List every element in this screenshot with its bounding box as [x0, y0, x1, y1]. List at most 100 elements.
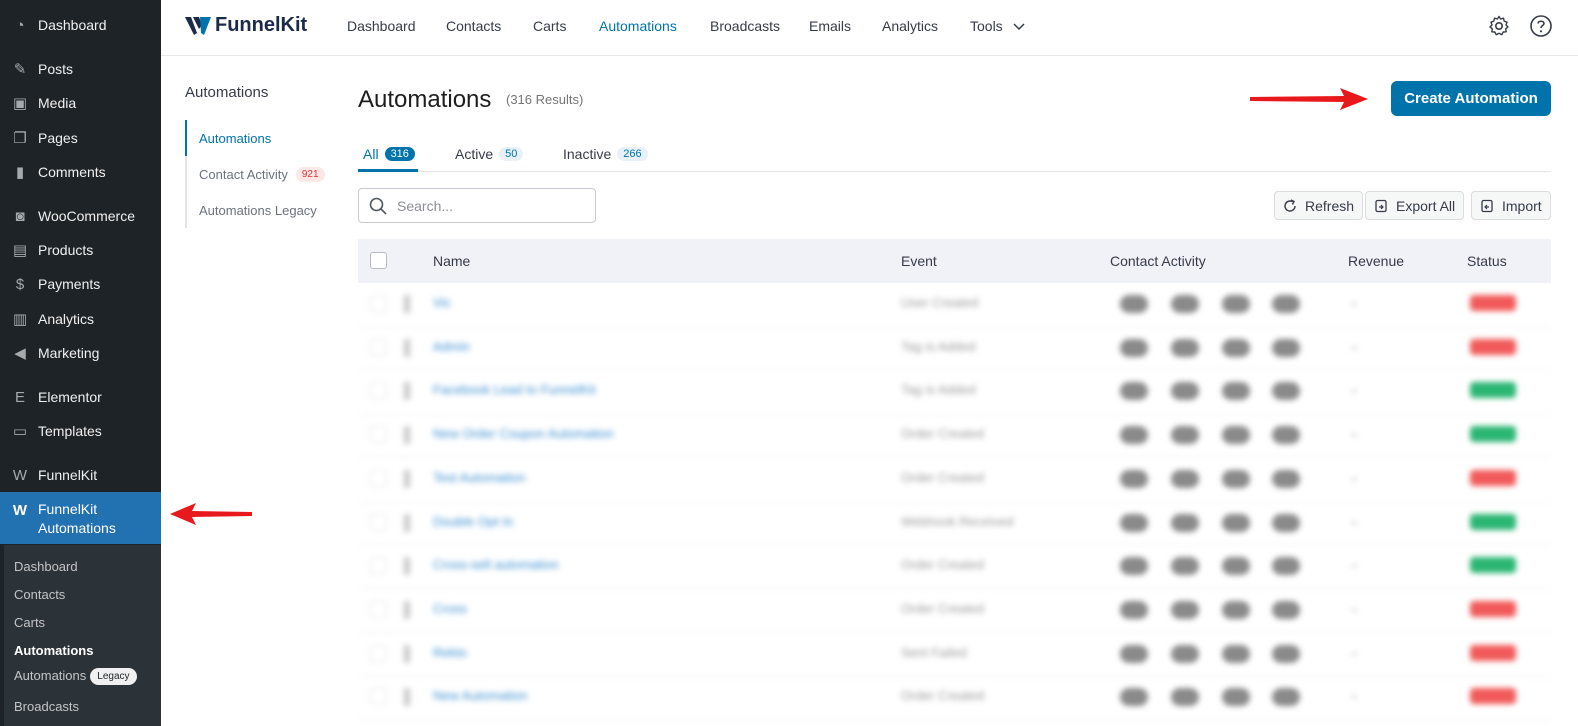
automation-name[interactable]: New Automation — [433, 688, 528, 703]
wp-menu-marketing[interactable]: ◀ Marketing — [0, 336, 161, 370]
wp-menu-payments[interactable]: $ Payments — [0, 267, 161, 301]
wp-menu-media[interactable]: ▣ Media — [0, 86, 161, 120]
automation-name[interactable]: Cross — [433, 601, 467, 616]
automation-name[interactable]: Facebook Lead to FunnelKit — [433, 382, 596, 397]
row-toggle-icon[interactable] — [404, 426, 410, 445]
subnav-contact-activity[interactable]: Contact Activity 921 — [187, 156, 335, 192]
wp-menu-funnelkit[interactable]: W FunnelKit — [0, 458, 161, 492]
help-icon[interactable] — [1529, 14, 1553, 38]
automation-name[interactable]: Vic — [433, 295, 451, 310]
search-input[interactable] — [397, 197, 577, 214]
nav-carts[interactable]: Carts — [533, 18, 566, 34]
wp-menu-elementor[interactable]: E Elementor — [0, 380, 161, 414]
gear-icon[interactable] — [1487, 14, 1511, 38]
subnav-automations[interactable]: Automations — [185, 120, 335, 156]
wp-menu-pages[interactable]: ❐ Pages — [0, 121, 161, 155]
row-toggle-icon[interactable] — [404, 600, 410, 619]
wp-submenu-contacts[interactable]: Contacts — [14, 587, 65, 602]
table-row[interactable]: Double Opt In Webhook Received — [358, 502, 1551, 546]
status-badge[interactable] — [1470, 338, 1516, 355]
table-row[interactable]: New Automation Order Created — [358, 676, 1551, 721]
automation-name[interactable]: New Order Coupon Automation — [433, 426, 614, 441]
row-toggle-icon[interactable] — [404, 338, 410, 357]
nav-tools[interactable]: Tools — [970, 18, 1025, 34]
table-row[interactable]: Cross-sell automation Order Created — [358, 545, 1551, 590]
automation-name[interactable]: Test Automation — [433, 470, 526, 485]
create-automation-button[interactable]: Create Automation — [1391, 81, 1551, 116]
column-name[interactable]: Name — [433, 253, 470, 269]
status-badge[interactable] — [1470, 295, 1516, 311]
wp-menu-dashboard[interactable]: ◔ Dashboard — [0, 8, 161, 42]
automation-name[interactable]: Double Opt In — [433, 514, 513, 529]
tab-all[interactable]: All 316 — [363, 146, 415, 162]
row-checkbox[interactable] — [370, 295, 387, 312]
wp-submenu-carts[interactable]: Carts — [14, 615, 45, 630]
subnav-automations-legacy[interactable]: Automations Legacy — [187, 192, 335, 228]
row-toggle-icon[interactable] — [404, 513, 410, 532]
automation-name[interactable]: Cross-sell automation — [433, 557, 559, 572]
row-checkbox[interactable] — [370, 469, 387, 487]
status-badge[interactable] — [1470, 557, 1516, 574]
contact-activity-stat — [1222, 469, 1250, 488]
tab-inactive[interactable]: Inactive 266 — [563, 146, 648, 162]
subnav-contact-activity-label: Contact Activity — [199, 166, 288, 182]
table-row[interactable]: Admin Tag is Added — [358, 327, 1551, 371]
refresh-button[interactable]: Refresh — [1274, 191, 1364, 220]
tab-active[interactable]: Active 50 — [455, 146, 524, 162]
status-badge[interactable] — [1470, 469, 1516, 486]
row-checkbox[interactable] — [370, 688, 387, 706]
row-toggle-icon[interactable] — [404, 469, 410, 488]
row-checkbox[interactable] — [370, 557, 387, 575]
nav-contacts[interactable]: Contacts — [446, 18, 501, 34]
row-toggle-icon[interactable] — [404, 382, 410, 401]
status-badge[interactable] — [1470, 513, 1516, 530]
row-checkbox[interactable] — [370, 426, 387, 444]
nav-dashboard[interactable]: Dashboard — [347, 18, 416, 34]
select-all-checkbox[interactable] — [370, 252, 387, 269]
export-all-button[interactable]: Export All — [1365, 191, 1465, 220]
wp-submenu-automations-legacy[interactable]: Automations Legacy — [14, 668, 137, 686]
row-toggle-icon[interactable] — [404, 557, 410, 576]
nav-emails[interactable]: Emails — [809, 18, 851, 34]
row-checkbox[interactable] — [370, 338, 387, 356]
dashboard-icon: ◔ — [15, 16, 25, 34]
import-button[interactable]: Import — [1471, 191, 1551, 220]
wp-submenu-automations[interactable]: Automations — [14, 643, 93, 658]
row-checkbox[interactable] — [370, 600, 387, 618]
table-row[interactable]: Facebook Lead to FunnelKit Tag is Added — [358, 370, 1551, 415]
status-badge[interactable] — [1470, 688, 1516, 705]
contact-activity-stat — [1171, 338, 1199, 357]
wp-menu-templates[interactable]: ▭ Templates — [0, 414, 161, 448]
status-badge[interactable] — [1470, 644, 1516, 661]
row-toggle-icon[interactable] — [404, 644, 410, 663]
status-badge[interactable] — [1470, 426, 1516, 443]
table-row[interactable]: Vic User Created — [358, 283, 1551, 327]
table-row[interactable]: Cross Order Created — [358, 589, 1551, 633]
tab-all-count: 316 — [384, 147, 415, 161]
row-checkbox[interactable] — [370, 382, 387, 400]
row-checkbox[interactable] — [370, 513, 387, 531]
row-checkbox[interactable] — [370, 644, 387, 662]
wp-menu-analytics[interactable]: ▥ Analytics — [0, 302, 161, 336]
table-row[interactable]: New Order Coupon Automation Order Created — [358, 414, 1551, 459]
wp-submenu-broadcasts[interactable]: Broadcasts — [14, 699, 79, 714]
wp-menu-posts[interactable]: ✎ Posts — [0, 52, 161, 86]
wp-menu-products[interactable]: ▤ Products — [0, 233, 161, 267]
funnelkit-logo[interactable]: FunnelKit — [185, 14, 307, 37]
wp-menu-comments[interactable]: ▮ Comments — [0, 155, 161, 189]
row-toggle-icon[interactable] — [404, 688, 410, 707]
wp-menu-woocommerce[interactable]: ◙ WooCommerce — [0, 199, 161, 233]
status-badge[interactable] — [1470, 382, 1516, 399]
nav-broadcasts[interactable]: Broadcasts — [710, 18, 780, 34]
status-badge[interactable] — [1470, 600, 1516, 617]
nav-analytics[interactable]: Analytics — [882, 18, 938, 34]
automation-name[interactable]: Admin — [433, 339, 470, 354]
row-toggle-icon[interactable] — [404, 295, 410, 313]
automation-name[interactable]: Rekto — [433, 645, 467, 660]
wp-menu-funnelkit-automations[interactable]: W FunnelKit Automations — [0, 492, 161, 544]
nav-automations[interactable]: Automations — [599, 18, 677, 34]
table-row[interactable]: Rekto Sent Failed — [358, 633, 1551, 677]
contact-activity-stat — [1222, 600, 1250, 619]
table-row[interactable]: Test Automation Order Created — [358, 458, 1551, 502]
wp-submenu-dashboard[interactable]: Dashboard — [14, 559, 78, 574]
